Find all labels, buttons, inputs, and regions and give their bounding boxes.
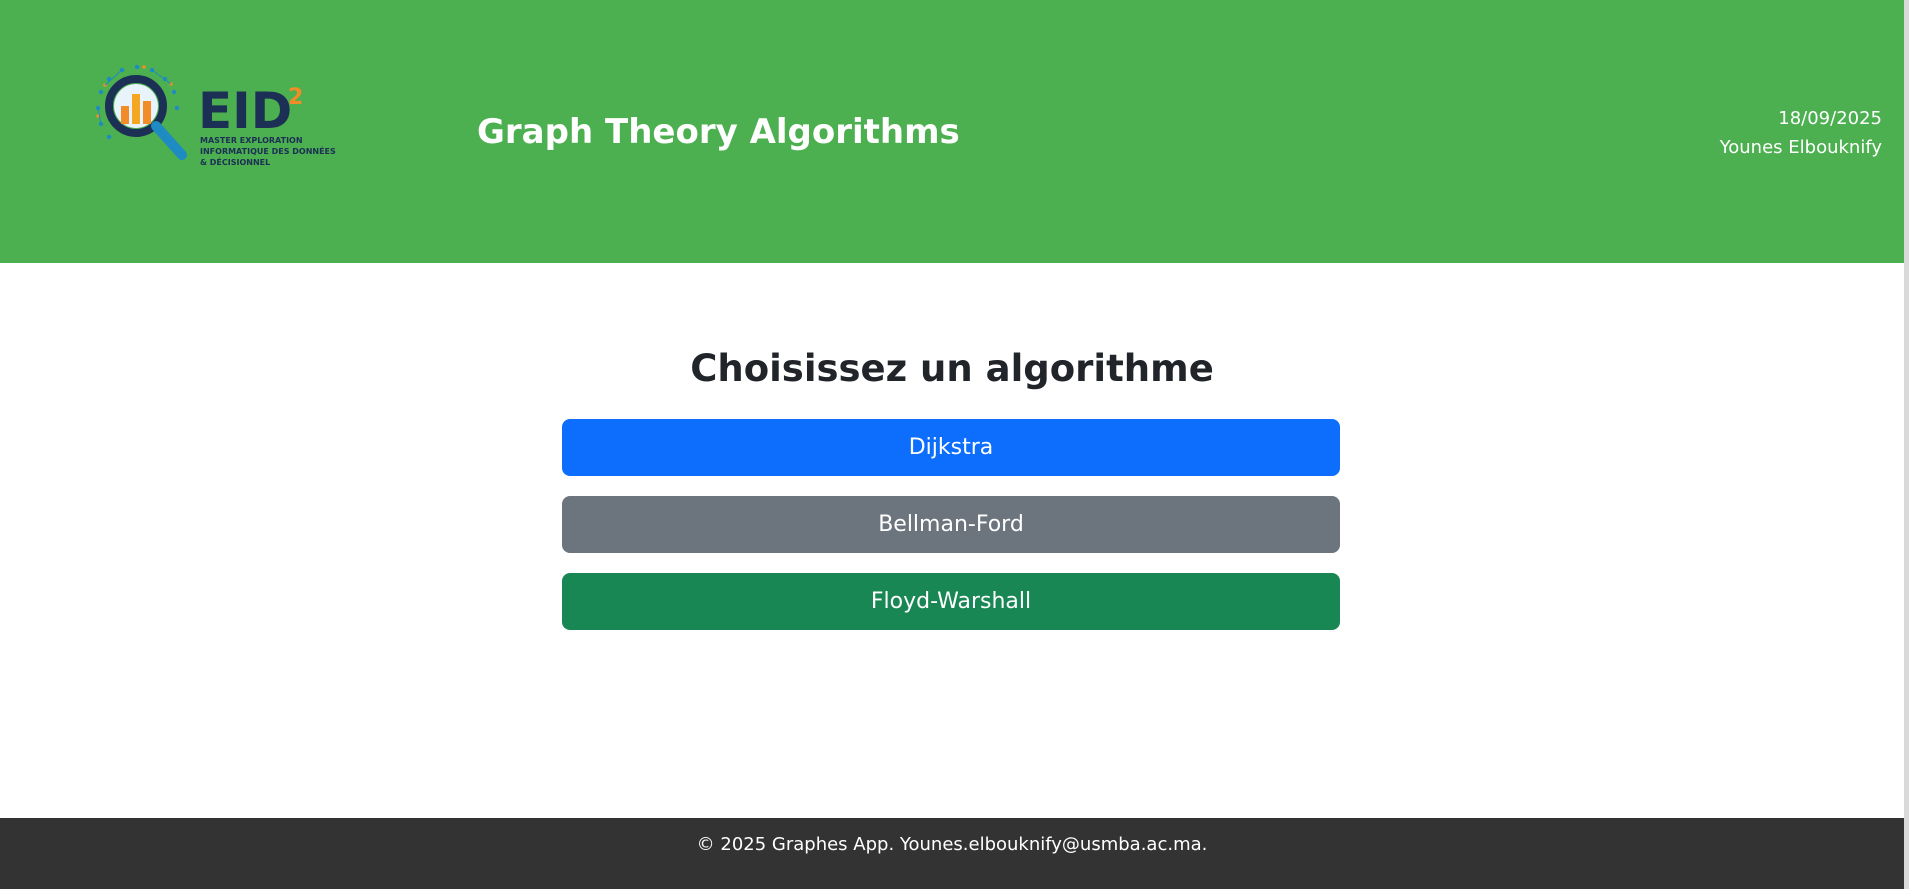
floyd-warshall-button[interactable]: Floyd-Warshall bbox=[562, 573, 1340, 630]
page-header: EID 2 MASTER EXPLORATION INFORMATIQUE DE… bbox=[0, 0, 1904, 263]
header-author: Younes Elbouknify bbox=[1719, 137, 1882, 158]
page-footer: © 2025 Graphes App. Younes.elbouknify@us… bbox=[0, 818, 1904, 889]
bellman-ford-button[interactable]: Bellman-Ford bbox=[562, 496, 1340, 553]
app-window: EID 2 MASTER EXPLORATION INFORMATIQUE DE… bbox=[0, 0, 1904, 889]
window-scrollbar[interactable] bbox=[1904, 0, 1909, 889]
algorithm-button-list: Dijkstra Bellman-Ford Floyd-Warshall bbox=[562, 419, 1340, 650]
logo-tagline-line: & DÉCISIONNEL bbox=[200, 158, 271, 167]
header-meta: 18/09/2025 Younes Elbouknify bbox=[1720, 104, 1882, 162]
app-title: Graph Theory Algorithms bbox=[477, 112, 960, 152]
logo-tagline-line: MASTER EXPLORATION bbox=[200, 136, 303, 145]
logo-tagline-line: INFORMATIQUE DES DONNÉES bbox=[200, 147, 336, 156]
algorithm-picker-heading: Choisissez un algorithme bbox=[690, 347, 1214, 390]
header-date: 18/09/2025 bbox=[1778, 108, 1882, 129]
logo-tagline: MASTER EXPLORATION INFORMATIQUE DES DONN… bbox=[200, 135, 336, 168]
eid2-logo: EID 2 MASTER EXPLORATION INFORMATIQUE DE… bbox=[92, 62, 336, 176]
logo-superscript: 2 bbox=[288, 85, 303, 110]
dijkstra-button[interactable]: Dijkstra bbox=[562, 419, 1340, 476]
logo-wordmark: EID bbox=[198, 82, 292, 140]
footer-copyright: © 2025 Graphes App. Younes.elbouknify@us… bbox=[696, 834, 1208, 855]
